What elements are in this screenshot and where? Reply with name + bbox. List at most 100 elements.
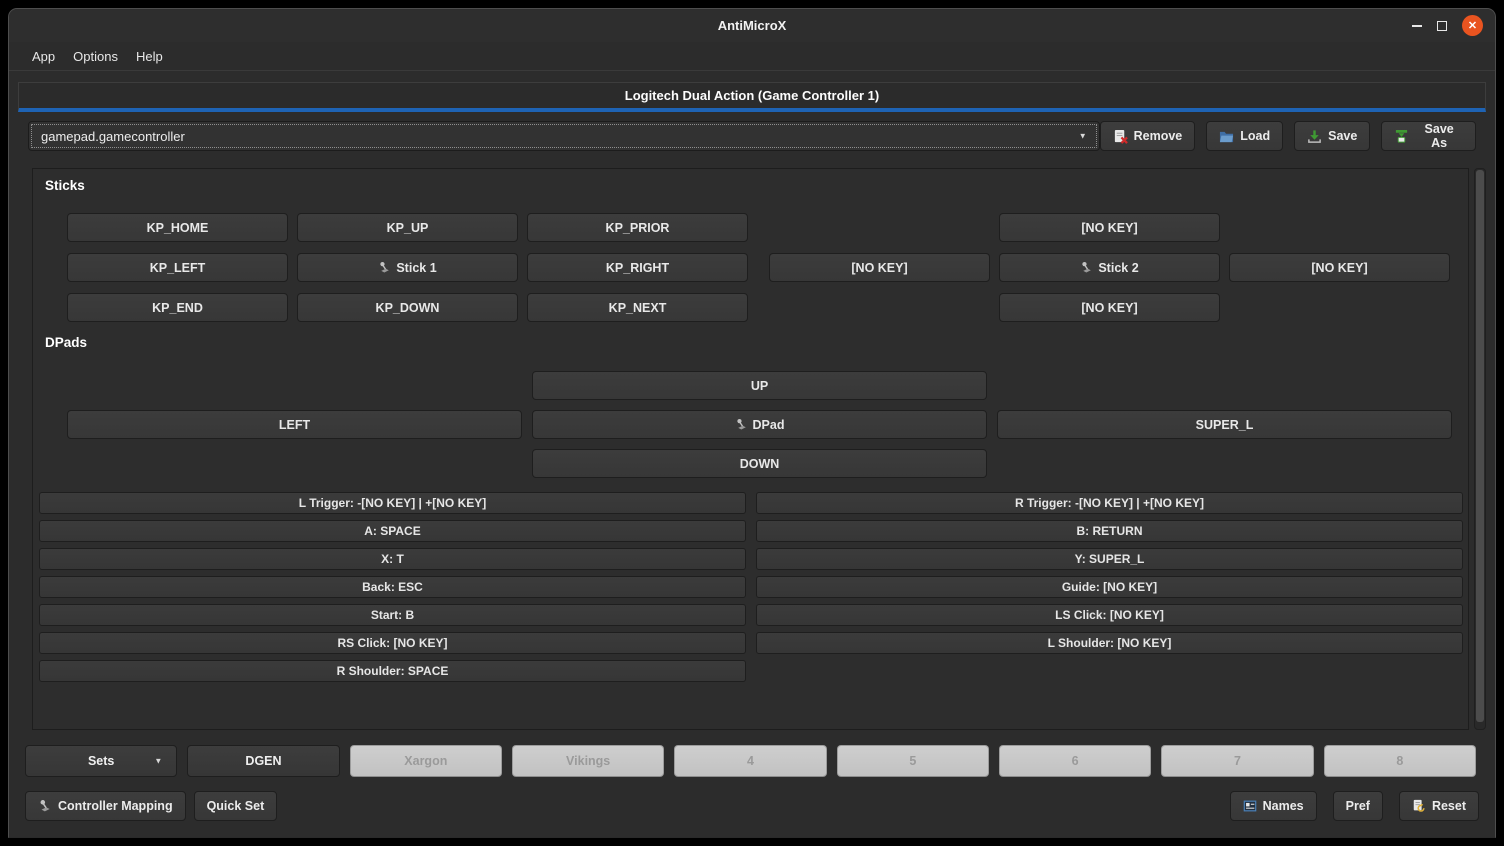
r-shoulder-button[interactable]: R Shoulder: SPACE bbox=[39, 660, 746, 682]
joystick-icon bbox=[1080, 261, 1093, 274]
stick1-down-right-button[interactable]: KP_NEXT bbox=[527, 293, 748, 322]
b-button[interactable]: B: RETURN bbox=[756, 520, 1463, 542]
stick2-center-label: Stick 2 bbox=[1098, 261, 1138, 275]
dpad-right-button[interactable]: SUPER_L bbox=[997, 410, 1452, 439]
dpad-center-button[interactable]: DPad bbox=[532, 410, 987, 439]
pref-button[interactable]: Pref bbox=[1333, 791, 1383, 821]
pref-label: Pref bbox=[1346, 799, 1370, 813]
save-as-button-label: Save As bbox=[1415, 122, 1463, 150]
dpads-heading: DPads bbox=[45, 335, 1468, 350]
dpad-up-button[interactable]: UP bbox=[532, 371, 987, 400]
stick1-down-button[interactable]: KP_DOWN bbox=[297, 293, 518, 322]
names-label: Names bbox=[1263, 799, 1304, 813]
stick1-down-left-button[interactable]: KP_END bbox=[67, 293, 288, 322]
reset-label: Reset bbox=[1432, 799, 1466, 813]
dpad-center-label: DPad bbox=[753, 418, 785, 432]
names-button[interactable]: Names bbox=[1230, 791, 1317, 821]
mapping-column-right: R Trigger: -[NO KEY] | +[NO KEY] B: RETU… bbox=[756, 492, 1463, 682]
controller-tab[interactable]: Logitech Dual Action (Game Controller 1) bbox=[18, 82, 1486, 112]
minimize-icon bbox=[1412, 25, 1422, 27]
reset-icon bbox=[1412, 799, 1426, 813]
reset-button[interactable]: Reset bbox=[1399, 791, 1479, 821]
l-shoulder-button[interactable]: L Shoulder: [NO KEY] bbox=[756, 632, 1463, 654]
start-button[interactable]: Start: B bbox=[39, 604, 746, 626]
names-icon bbox=[1243, 799, 1257, 813]
bottom-bar: Controller Mapping Quick Set Names Pref bbox=[25, 791, 1479, 821]
load-button[interactable]: Load bbox=[1206, 121, 1283, 151]
minimize-button[interactable] bbox=[1412, 25, 1422, 27]
set-tab-3[interactable]: Vikings bbox=[512, 745, 664, 777]
controller-mapping-button[interactable]: Controller Mapping bbox=[25, 791, 186, 821]
stick2-left-button[interactable]: [NO KEY] bbox=[769, 253, 990, 282]
a-button[interactable]: A: SPACE bbox=[39, 520, 746, 542]
rs-click-button[interactable]: RS Click: [NO KEY] bbox=[39, 632, 746, 654]
y-button[interactable]: Y: SUPER_L bbox=[756, 548, 1463, 570]
menu-options[interactable]: Options bbox=[64, 45, 127, 68]
app-window: AntiMicroX ✕ App Options Help Logitech D… bbox=[8, 8, 1496, 838]
remove-icon bbox=[1113, 129, 1128, 144]
set-tab-4[interactable]: 4 bbox=[674, 745, 826, 777]
x-button[interactable]: X: T bbox=[39, 548, 746, 570]
sets-dropdown-button[interactable]: Sets ▼ bbox=[25, 745, 177, 777]
set-tab-7[interactable]: 7 bbox=[1161, 745, 1313, 777]
l-trigger-button[interactable]: L Trigger: -[NO KEY] | +[NO KEY] bbox=[39, 492, 746, 514]
stick2-center-button[interactable]: Stick 2 bbox=[999, 253, 1220, 282]
dpad-row-bottom: DOWN bbox=[67, 449, 1468, 478]
scrollbar-thumb[interactable] bbox=[1476, 170, 1484, 722]
dpad-down-button[interactable]: DOWN bbox=[532, 449, 987, 478]
stick1-left-button[interactable]: KP_LEFT bbox=[67, 253, 288, 282]
close-icon: ✕ bbox=[1468, 19, 1477, 32]
stick2-block: [NO KEY] Stick 2 [NO KEY] bbox=[769, 253, 1450, 282]
stick1-up-button[interactable]: KP_UP bbox=[297, 213, 518, 242]
set-tab-5[interactable]: 5 bbox=[837, 745, 989, 777]
stick1-block: KP_END KP_DOWN KP_NEXT bbox=[67, 293, 748, 322]
window-title: AntiMicroX bbox=[718, 18, 787, 33]
dpad-left-button[interactable]: LEFT bbox=[67, 410, 522, 439]
ls-click-button[interactable]: LS Click: [NO KEY] bbox=[756, 604, 1463, 626]
set-tab-2[interactable]: Xargon bbox=[350, 745, 502, 777]
set-tab-1[interactable]: DGEN bbox=[187, 745, 339, 777]
maximize-button[interactable] bbox=[1437, 21, 1447, 31]
stick2-down-button[interactable]: [NO KEY] bbox=[999, 293, 1220, 322]
close-button[interactable]: ✕ bbox=[1462, 15, 1483, 36]
joystick-icon bbox=[378, 261, 391, 274]
stick1-up-right-button[interactable]: KP_PRIOR bbox=[527, 213, 748, 242]
stick2-block: [NO KEY] bbox=[769, 293, 1450, 322]
save-as-button[interactable]: Save As bbox=[1381, 121, 1476, 151]
dpads-section: UP LEFT DPad SUPER_L bbox=[33, 371, 1468, 478]
sets-dropdown-label: Sets bbox=[88, 754, 114, 768]
set-tab-6[interactable]: 6 bbox=[999, 745, 1151, 777]
stick2-block: [NO KEY] bbox=[769, 213, 1450, 242]
back-button[interactable]: Back: ESC bbox=[39, 576, 746, 598]
menu-app[interactable]: App bbox=[23, 45, 64, 68]
save-as-icon bbox=[1394, 129, 1409, 144]
r-trigger-button[interactable]: R Trigger: -[NO KEY] | +[NO KEY] bbox=[756, 492, 1463, 514]
guide-button[interactable]: Guide: [NO KEY] bbox=[756, 576, 1463, 598]
vertical-scrollbar[interactable] bbox=[1474, 168, 1486, 730]
menu-help[interactable]: Help bbox=[127, 45, 172, 68]
stick1-block: KP_HOME KP_UP KP_PRIOR bbox=[67, 213, 748, 242]
set-tab-8[interactable]: 8 bbox=[1324, 745, 1476, 777]
quick-set-button[interactable]: Quick Set bbox=[194, 791, 278, 821]
stick1-up-left-button[interactable]: KP_HOME bbox=[67, 213, 288, 242]
stick1-center-button[interactable]: Stick 1 bbox=[297, 253, 518, 282]
dpad-row-top: UP bbox=[67, 371, 1468, 400]
titlebar: AntiMicroX ✕ bbox=[9, 9, 1495, 42]
remove-button[interactable]: Remove bbox=[1100, 121, 1196, 151]
mapping-column-left: L Trigger: -[NO KEY] | +[NO KEY] A: SPAC… bbox=[39, 492, 746, 682]
load-button-label: Load bbox=[1240, 129, 1270, 143]
stick2-up-button[interactable]: [NO KEY] bbox=[999, 213, 1220, 242]
save-button[interactable]: Save bbox=[1294, 121, 1370, 151]
profile-combobox[interactable]: gamepad.gamecontroller ▼ bbox=[28, 121, 1100, 151]
main-panel-wrap: Sticks KP_HOME KP_UP KP_PRIOR [NO KEY] bbox=[32, 168, 1486, 730]
stick2-right-button[interactable]: [NO KEY] bbox=[1229, 253, 1450, 282]
profile-bar: gamepad.gamecontroller ▼ Remove bbox=[28, 121, 1476, 151]
stick1-right-button[interactable]: KP_RIGHT bbox=[527, 253, 748, 282]
folder-open-icon bbox=[1219, 129, 1234, 144]
controller-tab-label: Logitech Dual Action (Game Controller 1) bbox=[625, 88, 879, 103]
joystick-icon bbox=[735, 418, 748, 431]
joystick-icon bbox=[38, 799, 52, 813]
controller-mapping-label: Controller Mapping bbox=[58, 799, 173, 813]
sticks-section: KP_HOME KP_UP KP_PRIOR [NO KEY] KP_LEFT bbox=[33, 213, 1468, 322]
profile-toolbar: Remove Load Save bbox=[1100, 121, 1476, 151]
